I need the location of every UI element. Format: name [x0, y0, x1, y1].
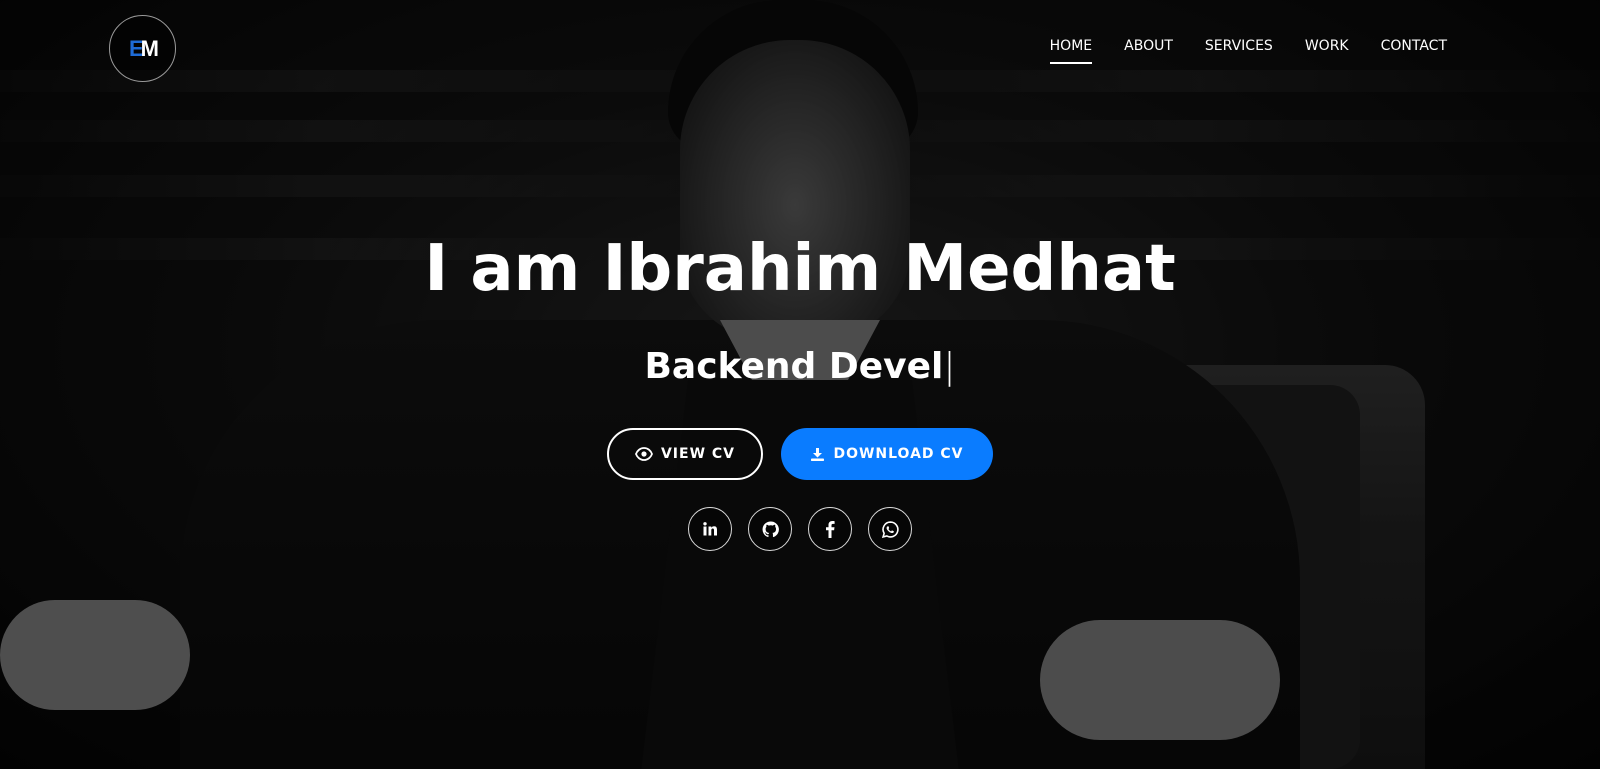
view-cv-button[interactable]: VIEW CV [607, 428, 763, 480]
social-links [0, 507, 1600, 551]
view-cv-label: VIEW CV [660, 446, 736, 462]
hero-section: I am Ibrahim Medhat Backend Devel| VIEW … [0, 0, 1600, 769]
download-cv-button[interactable]: DOWNLOAD CV [781, 428, 993, 480]
cta-buttons: VIEW CV DOWNLOAD CV [0, 428, 1600, 480]
github-link[interactable] [748, 507, 792, 551]
linkedin-link[interactable] [688, 507, 732, 551]
typing-cursor: | [943, 346, 956, 387]
typed-role-text: Backend Devel [644, 346, 944, 387]
whatsapp-icon [881, 520, 899, 538]
download-cv-label: DOWNLOAD CV [833, 446, 964, 462]
linkedin-icon [702, 521, 718, 537]
download-icon [810, 447, 825, 462]
facebook-icon [825, 520, 835, 538]
eye-icon [635, 447, 653, 461]
hero-title: I am Ibrahim Medhat [424, 232, 1176, 306]
facebook-link[interactable] [808, 507, 852, 551]
github-icon [762, 521, 779, 538]
whatsapp-link[interactable] [868, 507, 912, 551]
hero-subtitle: Backend Devel| [0, 346, 1600, 387]
